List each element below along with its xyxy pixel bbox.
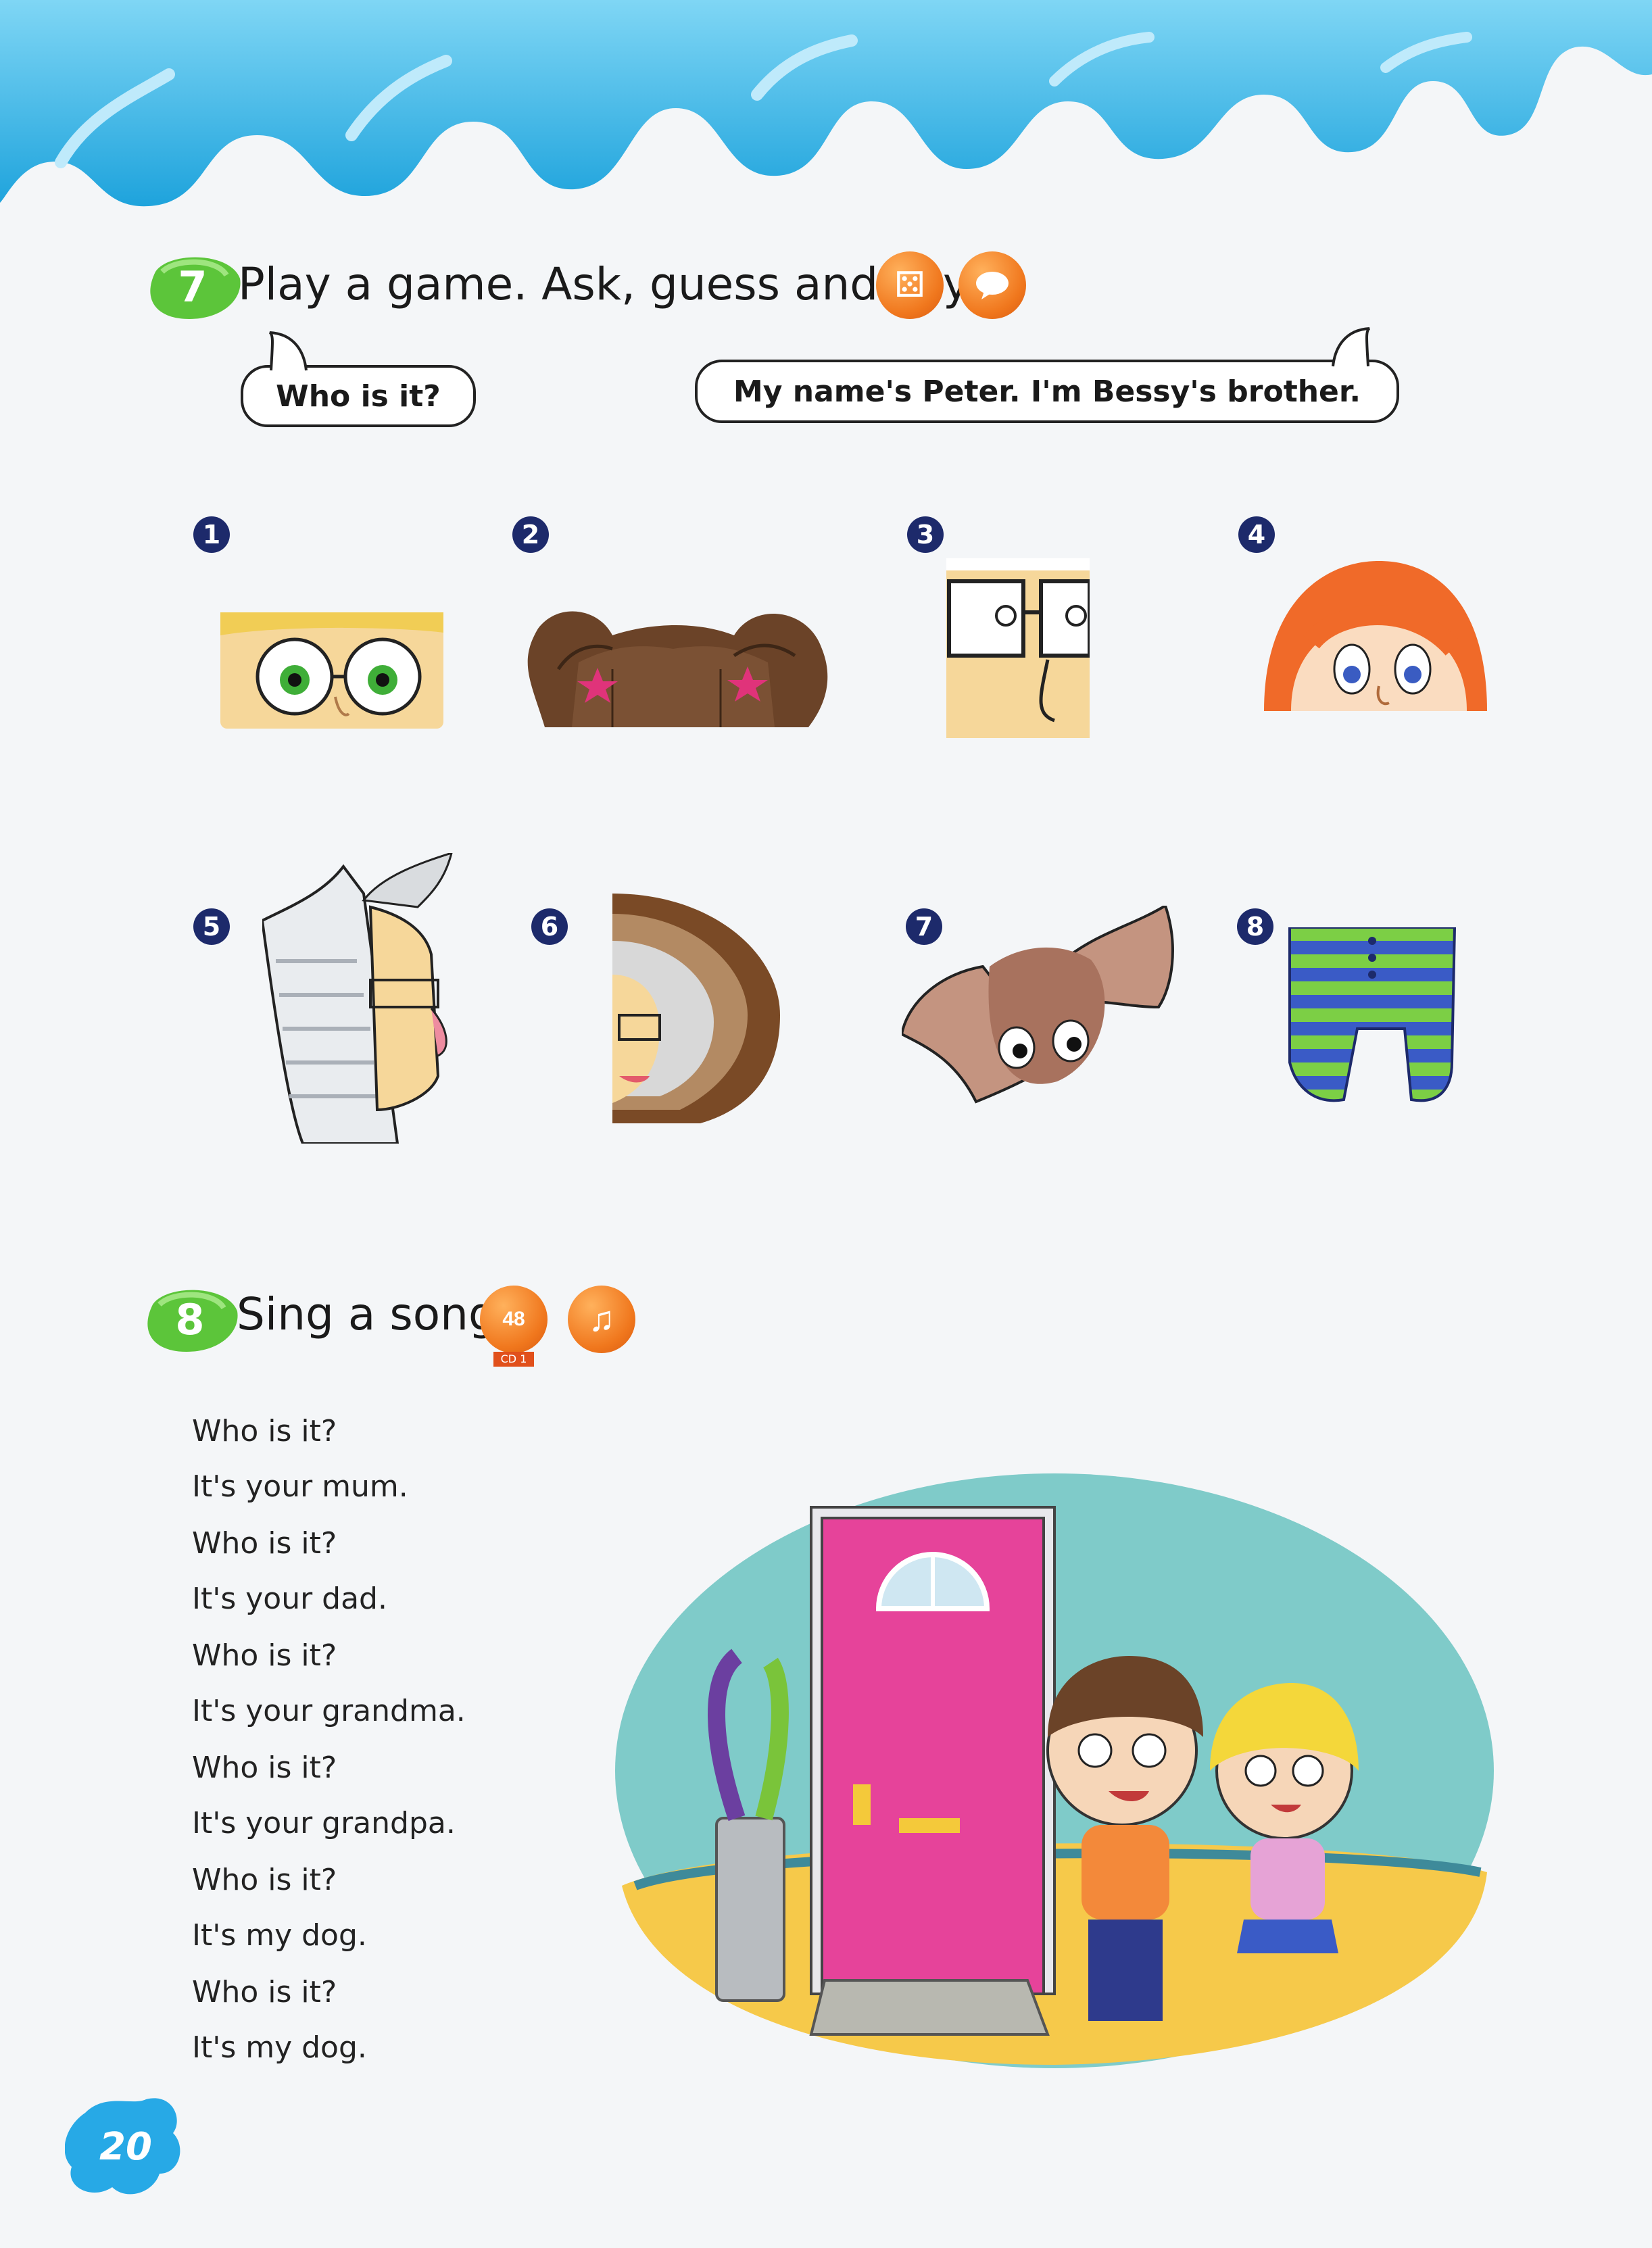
- lyric-line: It's my dog.: [192, 1918, 367, 1953]
- page-number-badge: 20: [64, 2093, 187, 2201]
- bubble-tail-left: [268, 331, 308, 371]
- picture-6-mum-hair: [612, 894, 780, 1123]
- item-number-5: 5: [193, 908, 230, 945]
- page-number: 20: [99, 2124, 152, 2169]
- lyric-line: Who is it?: [192, 1975, 337, 2009]
- item-number-8: 8: [1237, 908, 1273, 945]
- speech-bubble-question: Who is it?: [241, 365, 476, 427]
- cd-label: CD 1: [493, 1352, 534, 1367]
- picture-4-red-hair-face: [1264, 561, 1487, 711]
- item-number-1: 1: [193, 516, 230, 553]
- lyric-line: Who is it?: [192, 1638, 337, 1673]
- lyric-line: It's your dad.: [192, 1582, 387, 1616]
- lyric-line: It's your mum.: [192, 1469, 408, 1504]
- lyric-line: It's your grandpa.: [192, 1806, 456, 1840]
- lyric-line: Who is it?: [192, 1751, 337, 1785]
- top-wave-decoration: [0, 0, 1652, 207]
- picture-8-striped-trousers: [1288, 927, 1457, 1102]
- picture-2-pigtails: [527, 611, 828, 727]
- picture-3-glasses-nose: [946, 558, 1090, 738]
- lyric-line: Who is it?: [192, 1863, 337, 1897]
- item-number-6: 6: [531, 908, 568, 945]
- speech-icon: [958, 251, 1026, 319]
- picture-7-dog: [902, 906, 1174, 1104]
- exercise-7-badge: 7: [142, 251, 243, 322]
- exercise-7-title: Play a game. Ask, guess and say.: [238, 258, 977, 310]
- picture-1-eyes-glasses: [220, 612, 443, 729]
- music-note-icon: ♫: [568, 1286, 635, 1353]
- door-scene-illustration: [615, 1473, 1494, 2068]
- dice-icon: ⚄: [876, 251, 944, 319]
- bubble-tail-right: [1332, 327, 1371, 367]
- picture-5-grandpa-newspaper: [262, 853, 453, 1144]
- lyric-line: Who is it?: [192, 1414, 337, 1448]
- exercise-8-badge: 8: [139, 1284, 241, 1354]
- headphones-audio-icon: 48: [480, 1286, 548, 1353]
- lyric-line: It's my dog.: [192, 2030, 367, 2065]
- lyric-line: Who is it?: [192, 1526, 337, 1561]
- item-number-2: 2: [512, 516, 549, 553]
- item-number-3: 3: [907, 516, 944, 553]
- audio-track-number: 48: [502, 1308, 525, 1330]
- exercise-8-title: Sing a song.: [237, 1288, 511, 1340]
- speech-bubble-answer: My name's Peter. I'm Bessy's brother.: [695, 360, 1399, 423]
- item-number-4: 4: [1238, 516, 1275, 553]
- lyric-line: It's your grandma.: [192, 1694, 466, 1728]
